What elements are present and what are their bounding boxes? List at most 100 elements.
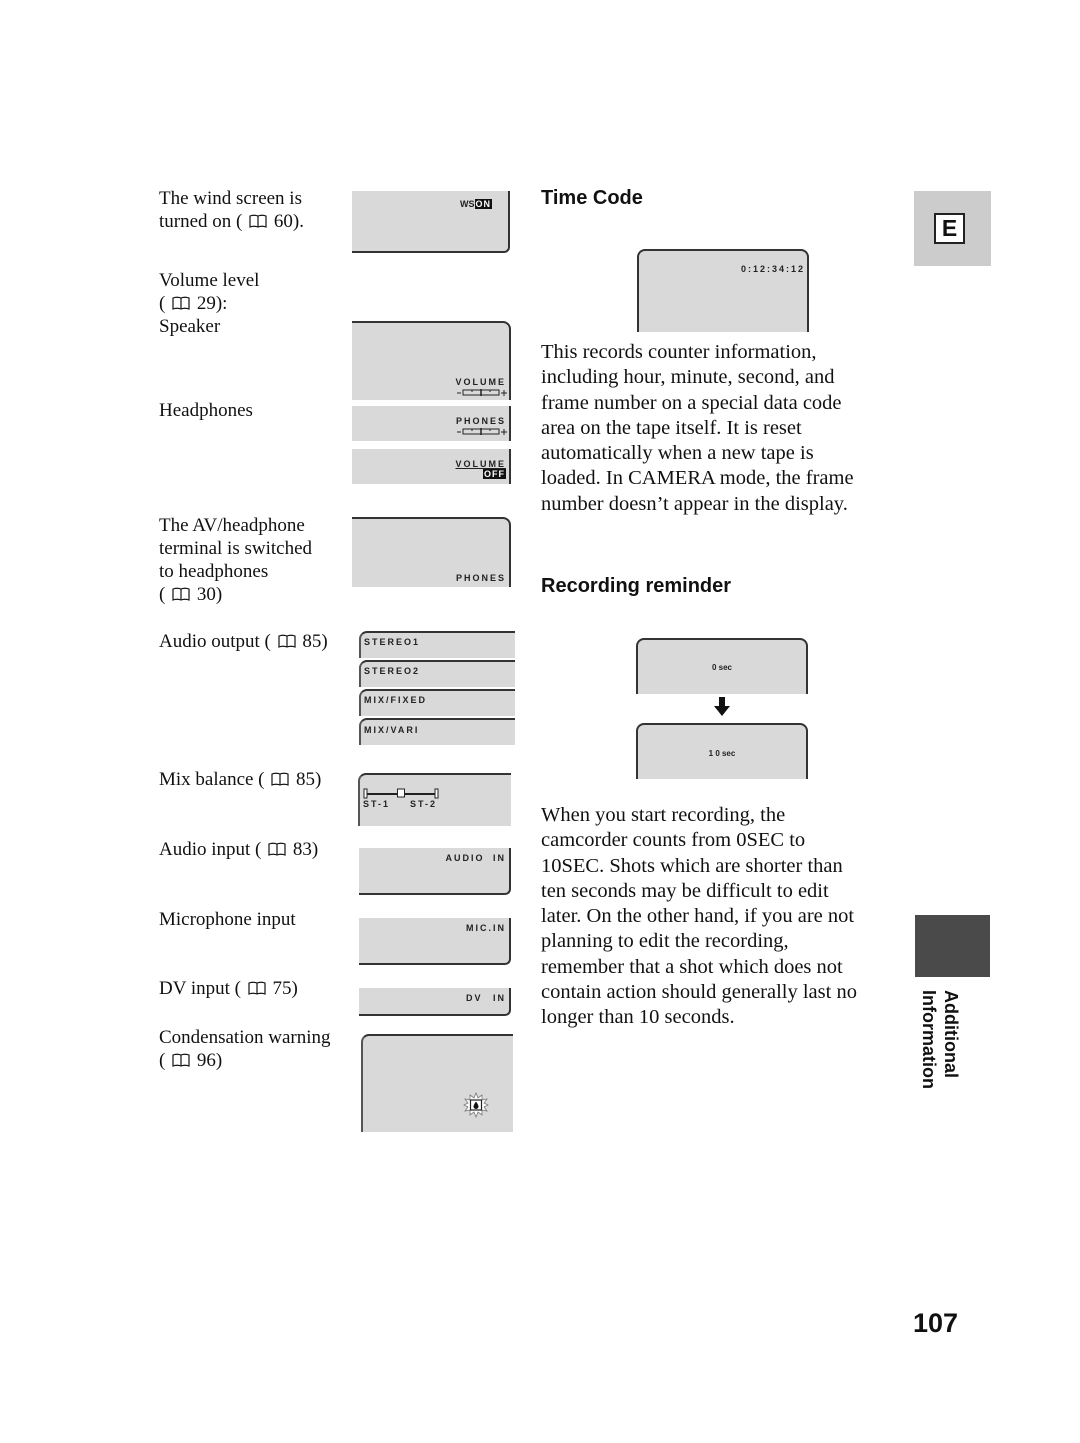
- slider-right-end: [434, 788, 439, 799]
- audio-option-label: MIX/VARI: [364, 725, 420, 735]
- screen-volume-speaker: VOLUME: [352, 321, 511, 400]
- label-text: DV input (: [159, 978, 241, 999]
- label-text: (: [159, 293, 166, 314]
- volume-off-badge: OFF: [483, 469, 506, 479]
- paragraph-line: ten seconds may be difficult to edit: [541, 879, 829, 902]
- ws-indicator: WSON: [460, 199, 492, 209]
- screen-reminder-end: 1 0 sec: [636, 723, 808, 779]
- reminder-start-label: 0 sec: [711, 663, 733, 672]
- page-ref: 85): [296, 769, 322, 790]
- book-icon: [271, 772, 289, 786]
- recording-reminder-paragraph: When you start recording, the camcorder …: [541, 803, 891, 1031]
- screen-audio-option-stereo1: STEREO1: [359, 631, 515, 658]
- paragraph-line: planning to edit the recording,: [541, 930, 789, 953]
- book-icon: [278, 634, 296, 648]
- page-ref: 83): [292, 839, 319, 860]
- section-line-1: Additional: [941, 990, 961, 1078]
- label-condensation: Condensation warning ( 96): [159, 1026, 331, 1072]
- screen-wind-screen: WSON: [352, 191, 510, 253]
- screen-phones-terminal: PHONES: [352, 517, 511, 587]
- section-tab-marker: [915, 915, 990, 977]
- label-volume-level: Volume level ( 29): Speaker: [159, 269, 259, 338]
- label-text: to headphones: [159, 561, 269, 582]
- screen-time-code: 0:12:34:12: [637, 249, 809, 332]
- book-icon: [249, 214, 267, 228]
- screen-audio-option-mix-fixed: MIX/FIXED: [359, 689, 515, 716]
- page-ref: 85): [302, 631, 328, 652]
- page-ref: 75): [272, 978, 298, 999]
- label-text: Audio output (: [159, 631, 271, 652]
- label-text: Audio input (: [159, 839, 262, 860]
- paragraph-line: camcorder counts from 0SEC to: [541, 829, 806, 852]
- screen-reminder-start: 0 sec: [636, 638, 808, 694]
- recording-reminder-heading: Recording reminder: [541, 575, 732, 597]
- ws-text: WS: [460, 199, 475, 209]
- paragraph-line: This records counter information,: [541, 341, 817, 363]
- label-text: Mix balance (: [159, 769, 265, 790]
- time-code-paragraph: This records counter information, includ…: [541, 340, 891, 517]
- label-text: (: [159, 1050, 166, 1071]
- paragraph-line: remember that a shot which does not: [541, 955, 843, 978]
- time-code-heading: Time Code: [541, 187, 643, 209]
- phones-terminal-label: PHONES: [455, 573, 506, 583]
- label-text: terminal is switched: [159, 538, 313, 559]
- audio-option-label: MIX/FIXED: [364, 695, 428, 705]
- book-icon: [172, 1053, 190, 1067]
- mic-in-label: MIC.IN: [466, 923, 506, 933]
- book-icon: [172, 296, 190, 310]
- screen-audio-option-stereo2: STEREO2: [359, 660, 515, 687]
- time-code-display: 0:12:34:12: [740, 264, 805, 274]
- label-microphone-input: Microphone input: [159, 909, 296, 930]
- book-icon: [248, 981, 266, 995]
- volume-label: VOLUME: [455, 377, 506, 387]
- screen-mic-in: MIC.IN: [359, 918, 511, 965]
- page-ref: 96): [196, 1050, 223, 1071]
- audio-option-label: STEREO1: [364, 637, 421, 647]
- paragraph-line: When you start recording, the: [541, 804, 786, 826]
- language-tab: E: [914, 191, 991, 266]
- screen-audio-option-mix-vari: MIX/VARI: [359, 718, 515, 745]
- screen-volume-off: VOLUME OFF: [352, 449, 511, 484]
- paragraph-line: 10SEC. Shots which are shorter than: [541, 854, 843, 877]
- section-line-2: Information: [919, 990, 939, 1089]
- paragraph-line: area on the tape itself. It is reset: [541, 416, 802, 439]
- paragraph-line: later. On the other hand, if you are not: [541, 905, 855, 928]
- label-dv-input: DV input ( 75): [159, 977, 298, 1000]
- label-text: Volume level: [159, 270, 260, 291]
- off-text: OFF: [483, 469, 506, 479]
- slider-knob: [397, 788, 405, 798]
- label-text: Condensation warning: [159, 1027, 331, 1048]
- label-mix-balance: Mix balance ( 85): [159, 768, 321, 791]
- mix-left-label: ST-1: [363, 799, 391, 809]
- label-text: The wind screen is: [159, 188, 302, 209]
- screen-condensation: [361, 1034, 513, 1132]
- paragraph-line: including hour, minute, second, and: [541, 366, 835, 389]
- ws-on-text: ON: [474, 199, 492, 209]
- dv-in-label: DV IN: [465, 993, 506, 1003]
- label-text: Speaker: [159, 316, 221, 337]
- label-av-terminal: The AV/headphone terminal is switched to…: [159, 514, 312, 606]
- screen-mix-balance: ST-1 ST-2: [358, 773, 511, 826]
- arrow-down-icon: [714, 697, 730, 716]
- section-tab-label: Additional Information: [918, 990, 962, 1089]
- page-ref: 29):: [196, 293, 228, 314]
- audio-in-label: AUDIO IN: [445, 853, 506, 863]
- paragraph-line: frame number on a special data code: [541, 391, 842, 414]
- label-wind-screen: The wind screen is turned on ( 60).: [159, 187, 304, 233]
- phones-label: PHONES: [455, 416, 506, 426]
- label-text: (: [159, 584, 166, 605]
- volume-scale-icon: [457, 389, 507, 396]
- paragraph-line: automatically when a new tape is: [541, 442, 814, 465]
- page-number: 107: [913, 1308, 959, 1338]
- slider-left-end: [363, 788, 368, 799]
- label-text: The AV/headphone: [159, 515, 305, 536]
- screen-dv-in: DV IN: [359, 988, 511, 1016]
- label-audio-input: Audio input ( 83): [159, 838, 318, 861]
- screen-volume-phones: PHONES: [352, 406, 511, 441]
- paragraph-line: longer than 10 seconds.: [541, 1006, 735, 1029]
- language-tab-letter: E: [934, 213, 965, 244]
- label-text: turned on (: [159, 211, 243, 232]
- page-ref: 60).: [273, 211, 304, 232]
- audio-option-label: STEREO2: [364, 666, 421, 676]
- book-icon: [268, 842, 286, 856]
